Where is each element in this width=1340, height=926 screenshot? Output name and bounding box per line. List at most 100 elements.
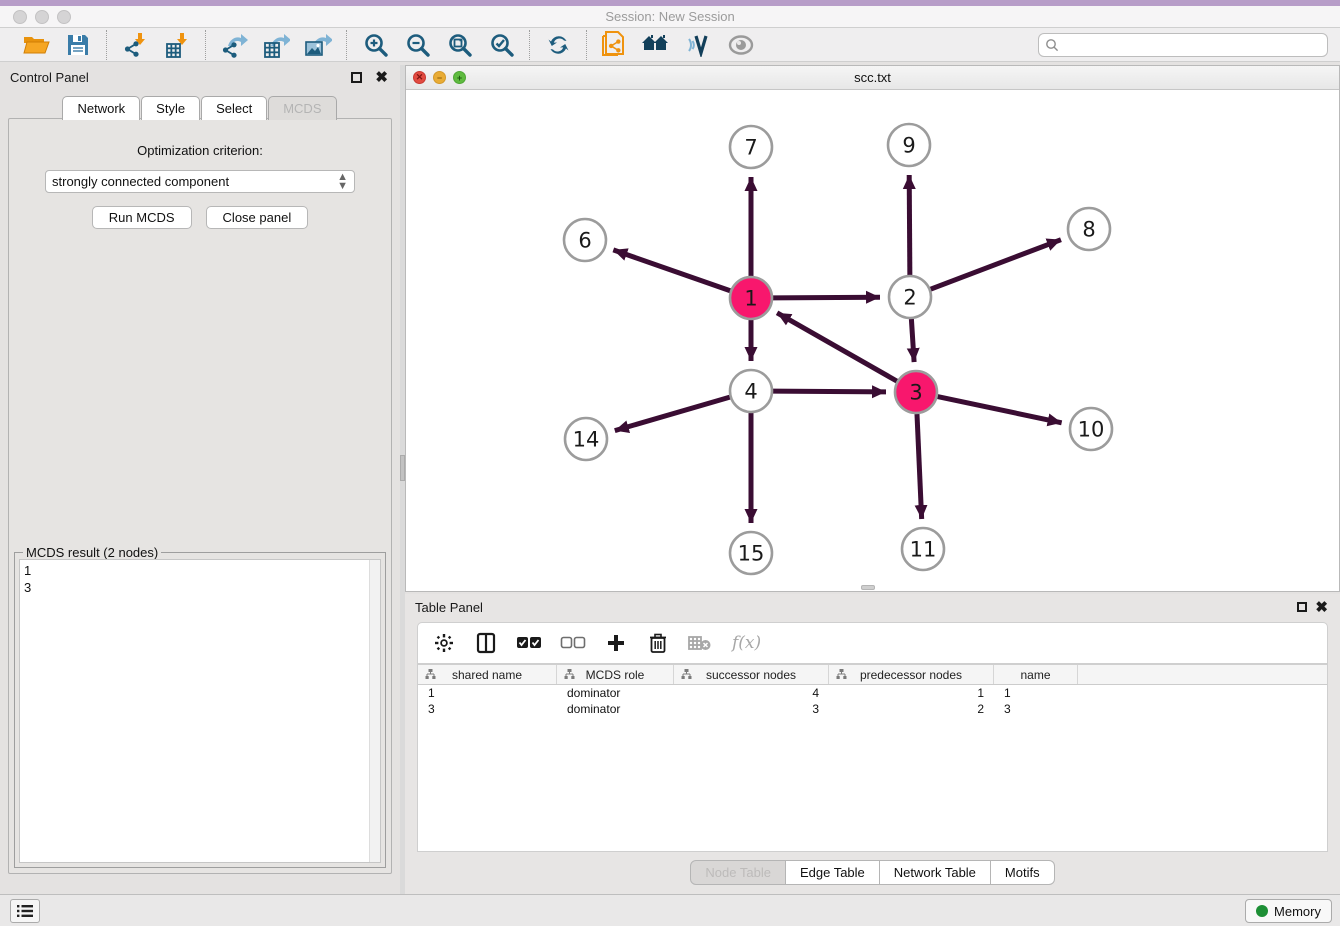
- edge-3-10[interactable]: [938, 397, 1062, 423]
- select-all-columns-button[interactable]: [516, 629, 542, 657]
- close-panel-icon[interactable]: ✖: [375, 68, 388, 86]
- cytoscape-js-button[interactable]: [683, 30, 715, 60]
- network-canvas[interactable]: 7 9 6 8 1 2 4 3 14 10 15 11: [406, 90, 1339, 591]
- float-panel-icon[interactable]: [351, 72, 362, 83]
- table-close-icon[interactable]: ✖: [1315, 598, 1328, 616]
- tab-select[interactable]: Select: [201, 96, 267, 120]
- criterion-value: strongly connected component: [52, 174, 229, 189]
- edge-2-3[interactable]: [911, 319, 914, 362]
- column-header-shared-name[interactable]: shared name: [418, 665, 557, 684]
- show-panels-button[interactable]: [10, 899, 40, 923]
- zoom-selected-button[interactable]: [485, 30, 517, 60]
- column-header-predecessor-nodes[interactable]: predecessor nodes: [829, 665, 994, 684]
- delete-columns-button[interactable]: [646, 629, 670, 657]
- memory-button[interactable]: Memory: [1245, 899, 1332, 923]
- hide-view-icon: [727, 34, 755, 56]
- tab-style[interactable]: Style: [141, 96, 200, 120]
- export-network-button[interactable]: [218, 30, 250, 60]
- ndex-export-button[interactable]: [599, 30, 631, 60]
- edge-1-2[interactable]: [773, 297, 880, 298]
- unselect-all-columns-button[interactable]: [560, 629, 586, 657]
- tab-network[interactable]: Network: [62, 96, 140, 120]
- node-1[interactable]: 1: [730, 277, 772, 319]
- export-image-button[interactable]: [302, 30, 334, 60]
- edge-4-14[interactable]: [615, 397, 730, 430]
- node-2[interactable]: 2: [889, 276, 931, 318]
- cell-predecessor-nodes[interactable]: 2: [829, 701, 994, 717]
- zoom-fit-button[interactable]: [443, 30, 475, 60]
- titlebar: Session: New Session: [0, 6, 1340, 28]
- node-15[interactable]: 15: [730, 532, 772, 574]
- node-3[interactable]: 3: [895, 371, 937, 413]
- node-label-15: 15: [738, 541, 765, 565]
- column-header-MCDS-role[interactable]: MCDS role: [557, 665, 674, 684]
- network-hscroll-thumb[interactable]: [861, 585, 875, 590]
- node-14[interactable]: 14: [565, 418, 607, 460]
- node-9[interactable]: 9: [888, 124, 930, 166]
- save-session-button[interactable]: [62, 30, 94, 60]
- column-layout-button[interactable]: [474, 629, 498, 657]
- node-7[interactable]: 7: [730, 126, 772, 168]
- import-network-button[interactable]: [119, 30, 151, 60]
- mcds-panel: Optimization criterion: strongly connect…: [8, 118, 392, 874]
- cell-shared-name[interactable]: 1: [418, 685, 557, 701]
- edge-2-8[interactable]: [931, 240, 1061, 290]
- node-label-10: 10: [1078, 417, 1105, 441]
- table-settings-button[interactable]: [432, 629, 456, 657]
- criterion-dropdown[interactable]: strongly connected component ▲▼: [45, 170, 355, 193]
- hide-view-button[interactable]: [725, 30, 757, 60]
- cell-predecessor-nodes[interactable]: 1: [829, 685, 994, 701]
- dropdown-stepper-icon: ▲▼: [337, 173, 348, 191]
- import-table-button[interactable]: [161, 30, 193, 60]
- result-scrollbar[interactable]: [369, 560, 380, 862]
- apply-layout-button[interactable]: [542, 30, 574, 60]
- cell-name[interactable]: 1: [994, 685, 1078, 701]
- table-float-icon[interactable]: [1297, 602, 1307, 612]
- edge-2-9[interactable]: [909, 175, 910, 275]
- tab-mcds[interactable]: MCDS: [268, 96, 336, 120]
- edge-4-3[interactable]: [773, 391, 886, 392]
- unselect-all-columns-icon: [560, 636, 586, 650]
- tab-network-table[interactable]: Network Table: [880, 860, 991, 885]
- export-table-button[interactable]: [260, 30, 292, 60]
- table-row[interactable]: 3dominator323: [418, 701, 1327, 717]
- close-panel-button[interactable]: Close panel: [206, 206, 309, 229]
- delete-table-icon: [688, 635, 712, 651]
- cell-MCDS-role[interactable]: dominator: [557, 685, 674, 701]
- zoom-out-button[interactable]: [401, 30, 433, 60]
- tab-node-table[interactable]: Node Table: [690, 860, 786, 885]
- home-icon: [642, 34, 672, 56]
- search-field[interactable]: [1038, 33, 1328, 57]
- tab-edge-table[interactable]: Edge Table: [786, 860, 880, 885]
- cell-successor-nodes[interactable]: 4: [674, 685, 829, 701]
- table-row[interactable]: 1dominator411: [418, 685, 1327, 701]
- node-4[interactable]: 4: [730, 370, 772, 412]
- open-session-button[interactable]: [20, 30, 52, 60]
- run-mcds-button[interactable]: Run MCDS: [92, 206, 192, 229]
- edge-3-1[interactable]: [777, 313, 897, 381]
- tab-motifs[interactable]: Motifs: [991, 860, 1055, 885]
- function-builder-button[interactable]: f(x): [730, 629, 764, 657]
- node-6[interactable]: 6: [564, 219, 606, 261]
- node-11[interactable]: 11: [902, 528, 944, 570]
- delete-table-button[interactable]: [688, 629, 712, 657]
- node-label-14: 14: [573, 427, 600, 451]
- search-input[interactable]: [1059, 35, 1327, 55]
- zoom-in-button[interactable]: [359, 30, 391, 60]
- home-button[interactable]: [641, 30, 673, 60]
- create-column-button[interactable]: [604, 629, 628, 657]
- edge-1-6[interactable]: [613, 250, 730, 291]
- node-10[interactable]: 10: [1070, 408, 1112, 450]
- cytoscape-js-icon: [686, 33, 712, 57]
- network-window-titlebar[interactable]: ✕ − + scc.txt: [406, 66, 1339, 90]
- cell-MCDS-role[interactable]: dominator: [557, 701, 674, 717]
- node-table[interactable]: shared nameMCDS rolesuccessor nodesprede…: [417, 664, 1328, 852]
- cell-shared-name[interactable]: 3: [418, 701, 557, 717]
- mcds-result-text[interactable]: 13: [19, 559, 381, 863]
- column-header-successor-nodes[interactable]: successor nodes: [674, 665, 829, 684]
- column-header-name[interactable]: name: [994, 665, 1078, 684]
- cell-successor-nodes[interactable]: 3: [674, 701, 829, 717]
- edge-3-11[interactable]: [917, 414, 922, 519]
- node-8[interactable]: 8: [1068, 208, 1110, 250]
- cell-name[interactable]: 3: [994, 701, 1078, 717]
